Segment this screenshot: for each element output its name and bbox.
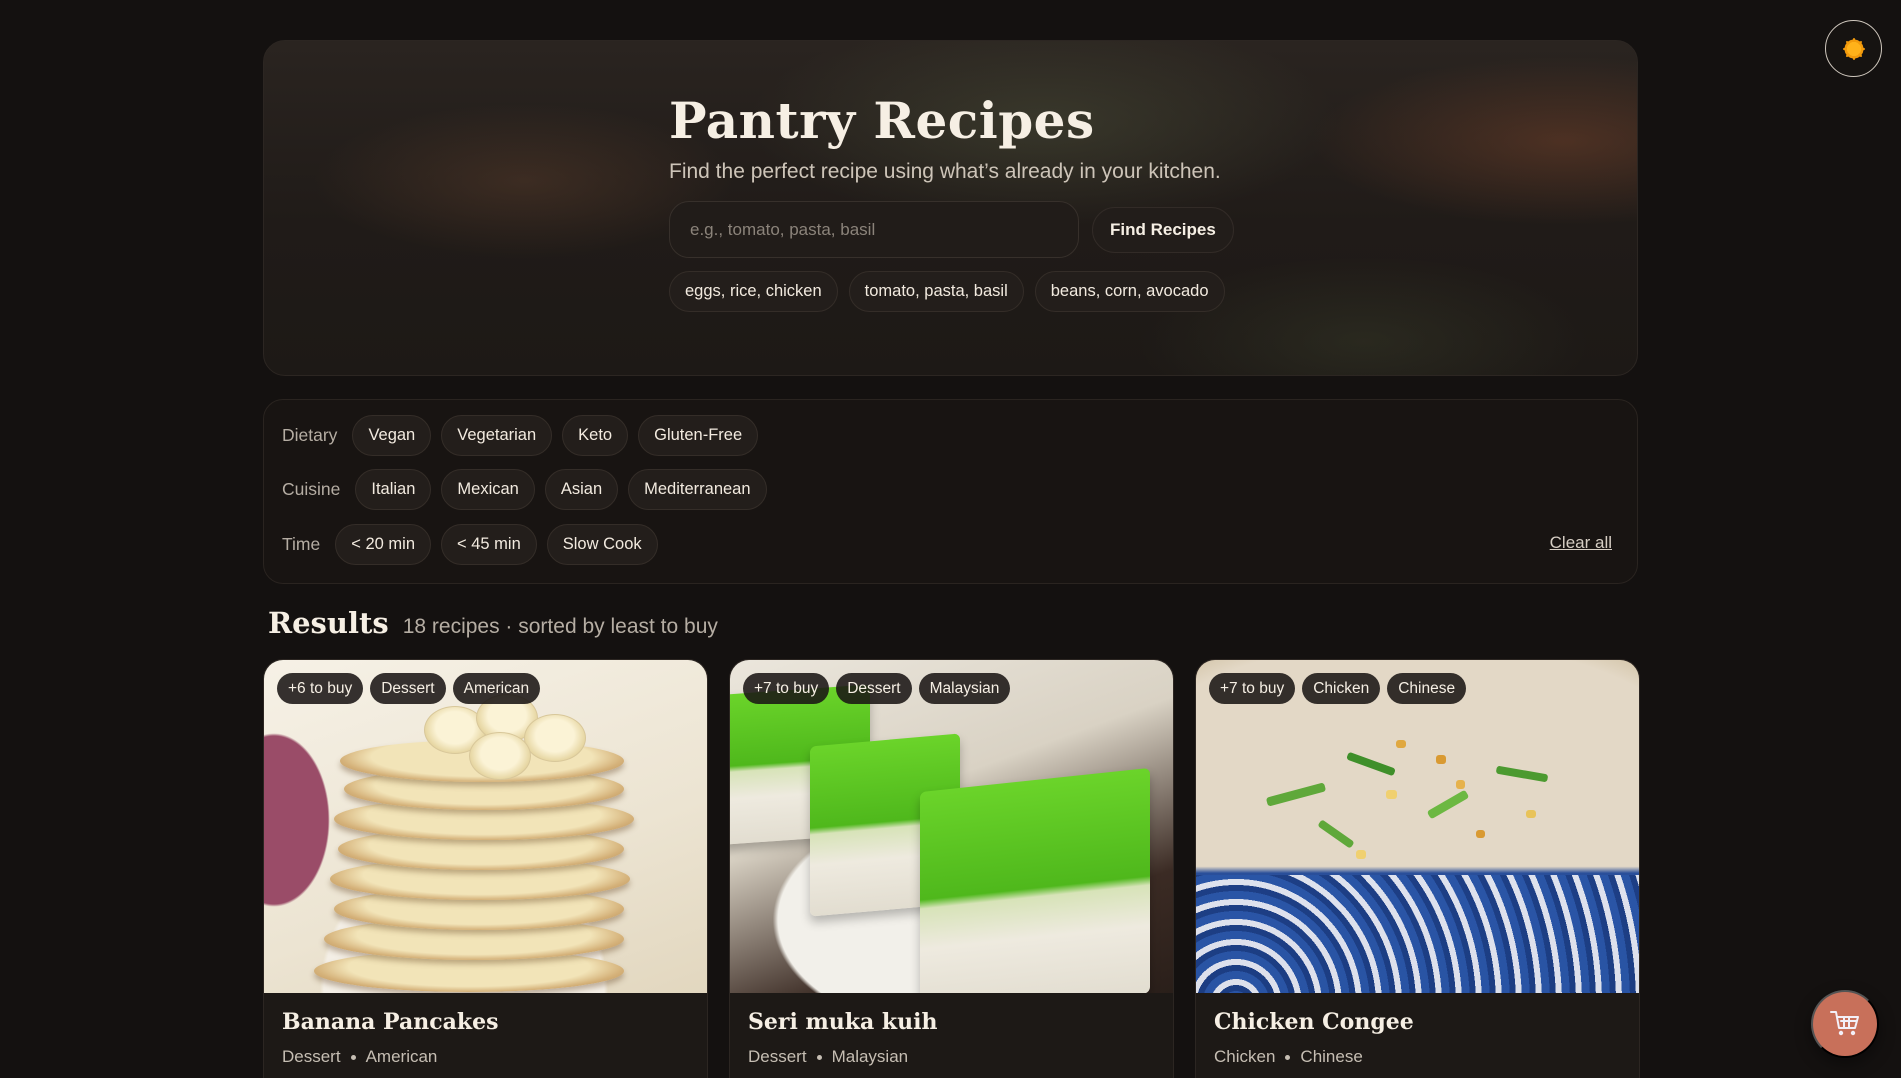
filter-chip-under-45-min[interactable]: < 45 min [441,524,537,565]
category-badge: Dessert [370,673,446,704]
recipe-card[interactable]: +7 to buy Dessert Malaysian Seri muka ku… [729,659,1174,1078]
category-badge: Chicken [1302,673,1381,704]
hero-subtitle: Find the perfect recipe using what’s alr… [669,160,1221,183]
recipe-card[interactable]: +6 to buy Dessert American Banana Pancak… [263,659,708,1078]
filter-row-time: Time < 20 min < 45 min Slow Cook [282,524,658,565]
filter-label: Time [282,534,321,554]
cart-icon [1829,1009,1861,1040]
recipe-image: +7 to buy Chicken Chinese [1196,660,1639,993]
suggestion-chip[interactable]: eggs, rice, chicken [669,271,838,312]
separator-dot [1285,1054,1291,1060]
card-body: Chicken Congee Chicken Chinese [1196,993,1639,1078]
recipe-category: Chicken [1214,1047,1276,1066]
hero-content: Pantry Recipes Find the perfect recipe u… [669,96,1269,312]
suggestion-chip[interactable]: beans, corn, avocado [1034,271,1225,312]
sun-icon [1842,37,1865,60]
separator-dot [816,1054,822,1060]
recipe-cuisine: Malaysian [831,1047,909,1066]
recipe-image: +6 to buy Dessert American [264,660,707,993]
to-buy-badge: +7 to buy [743,673,830,704]
filter-chip-under-20-min[interactable]: < 20 min [335,524,431,565]
recipe-title: Chicken Congee [1214,1009,1414,1035]
cart-button[interactable] [1811,990,1879,1058]
badge-row: +7 to buy Chicken Chinese [1209,673,1467,704]
suggestion-chip[interactable]: tomato, pasta, basil [848,271,1024,312]
filter-chip-keto[interactable]: Keto [562,415,629,456]
recipe-cuisine: American [365,1047,438,1066]
filter-chip-vegan[interactable]: Vegan [352,415,432,456]
recipe-meta: Chicken Chinese [1214,1047,1621,1067]
badge-row: +7 to buy Dessert Malaysian [743,673,1011,704]
filter-label: Dietary [282,425,338,445]
recipe-title: Banana Pancakes [282,1009,499,1035]
cuisine-badge: Malaysian [918,673,1011,704]
filter-chip-vegetarian[interactable]: Vegetarian [441,415,553,456]
recipe-image: +7 to buy Dessert Malaysian [730,660,1173,993]
card-body: Seri muka kuih Dessert Malaysian [730,993,1173,1078]
filter-chip-asian[interactable]: Asian [544,469,619,510]
filters-panel: Dietary Vegan Vegetarian Keto Gluten-Fre… [263,399,1638,584]
to-buy-badge: +6 to buy [277,673,364,704]
filter-row-cuisine: Cuisine Italian Mexican Asian Mediterran… [282,469,767,510]
filter-chip-gluten-free[interactable]: Gluten-Free [638,415,759,456]
filter-chip-mexican[interactable]: Mexican [441,469,535,510]
cuisine-badge: Chinese [1387,673,1467,704]
category-badge: Dessert [836,673,912,704]
card-body: Banana Pancakes Dessert American [264,993,707,1078]
to-buy-badge: +7 to buy [1209,673,1296,704]
recipe-cuisine: Chinese [1300,1047,1363,1066]
ingredient-search-input[interactable] [669,201,1079,258]
find-recipes-button[interactable]: Find Recipes [1092,206,1234,253]
results-heading: Results [268,606,389,640]
filter-label: Cuisine [282,479,341,499]
recipe-card[interactable]: +7 to buy Chicken Chinese Chicken Congee… [1195,659,1640,1078]
recipe-grid: +6 to buy Dessert American Banana Pancak… [263,659,1640,1078]
recipe-title: Seri muka kuih [748,1009,938,1035]
filter-row-dietary: Dietary Vegan Vegetarian Keto Gluten-Fre… [282,415,759,456]
search-row: Find Recipes [669,201,1269,258]
recipe-category: Dessert [282,1047,341,1066]
page-title: Pantry Recipes [669,91,1095,150]
filter-chip-mediterranean[interactable]: Mediterranean [628,469,767,510]
clear-all-link[interactable]: Clear all [1550,533,1612,553]
badge-row: +6 to buy Dessert American [277,673,541,704]
filter-chip-italian[interactable]: Italian [355,469,432,510]
filter-chip-slow-cook[interactable]: Slow Cook [546,524,658,565]
suggestion-chips: eggs, rice, chicken tomato, pasta, basil… [669,271,1269,312]
results-header: Results 18 recipes · sorted by least to … [268,606,718,640]
separator-dot [350,1054,356,1060]
hero-panel: Pantry Recipes Find the perfect recipe u… [263,40,1638,376]
recipe-meta: Dessert Malaysian [748,1047,1155,1067]
cuisine-badge: American [452,673,541,704]
recipe-meta: Dessert American [282,1047,689,1067]
recipe-category: Dessert [748,1047,807,1066]
results-count: 18 recipes · sorted by least to buy [402,615,718,638]
theme-toggle-button[interactable] [1825,20,1882,77]
